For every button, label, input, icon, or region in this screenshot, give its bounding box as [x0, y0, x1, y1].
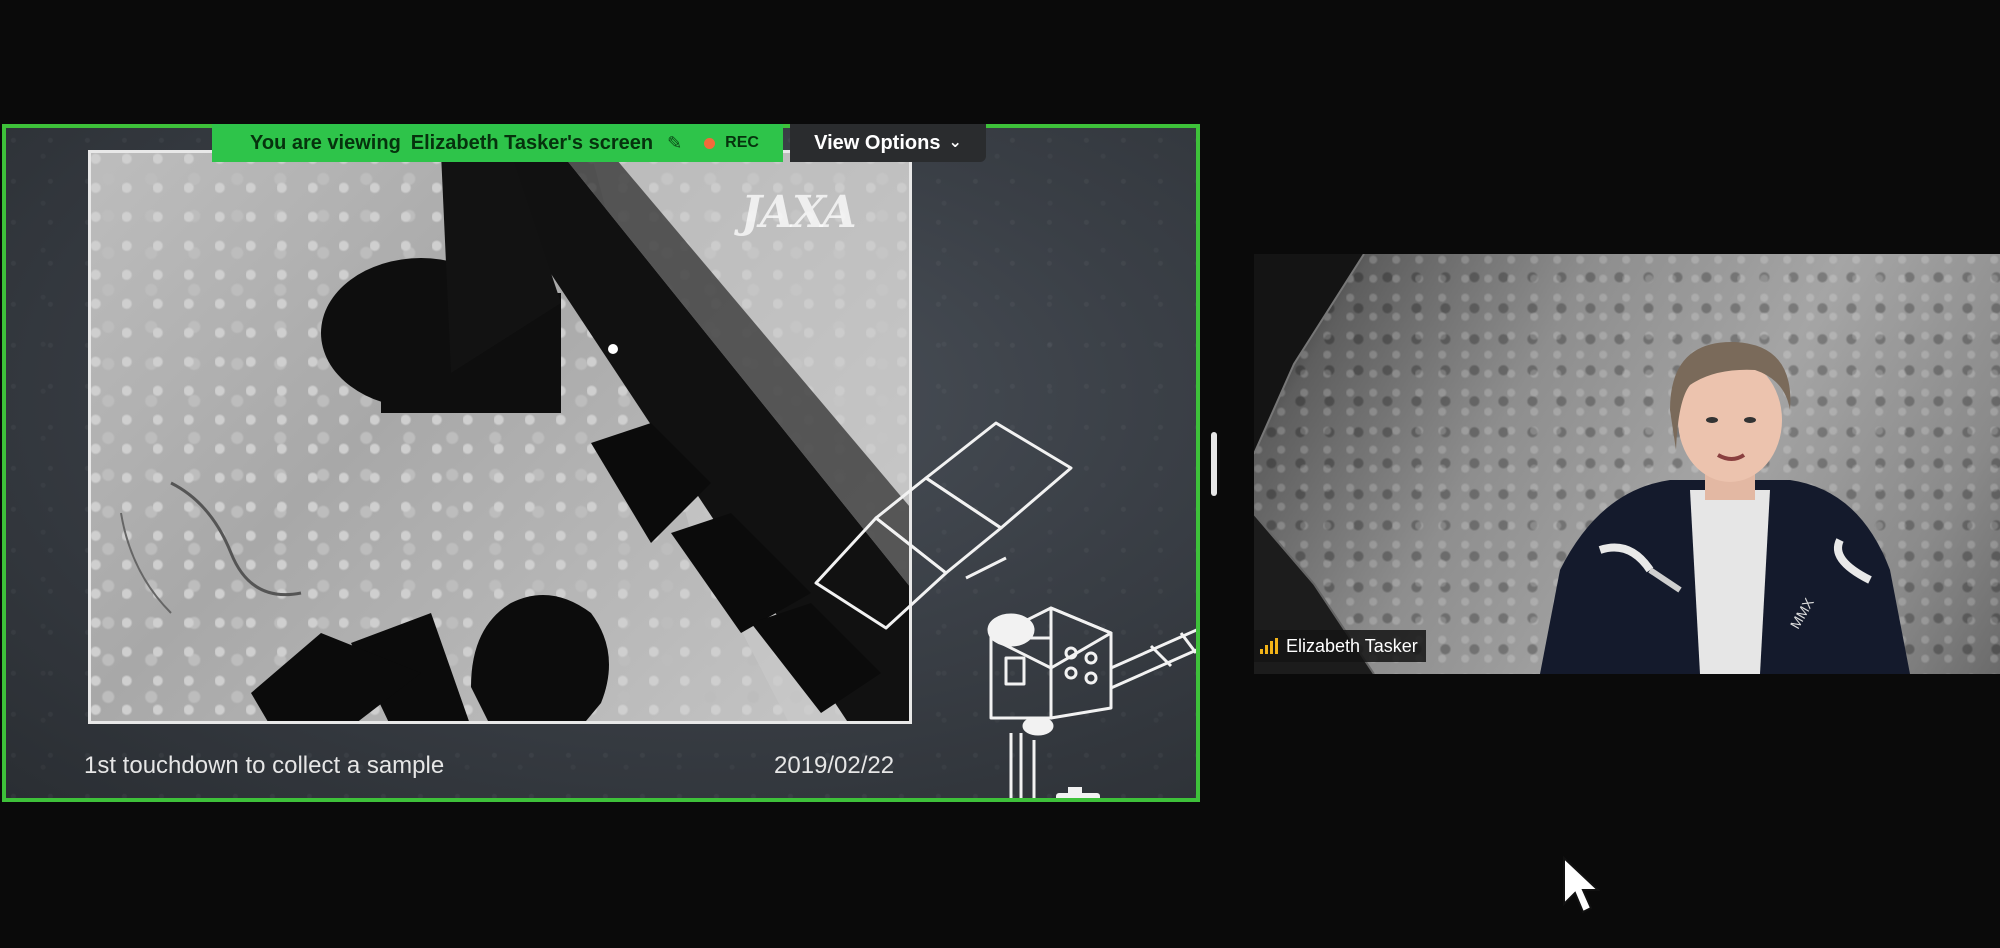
- rec-label: REC: [725, 134, 759, 151]
- participant-avatar: MMX: [1540, 341, 1910, 674]
- jaxa-logo: JAXA: [741, 187, 857, 238]
- view-options-label: View Options: [814, 131, 941, 154]
- participant-name-tag: Elizabeth Tasker: [1254, 630, 1426, 662]
- slide-date: 2019/02/22: [774, 752, 895, 779]
- chevron-down-icon: ⌄: [948, 134, 962, 151]
- recording-dot-icon: [704, 137, 716, 149]
- viewing-banner: You are viewing Elizabeth Tasker's scree…: [212, 124, 783, 162]
- meeting-window: JAXA 1st touchdown to collect a sample 2…: [0, 0, 2000, 948]
- signal-bars-icon: [1260, 638, 1278, 654]
- panel-resize-handle[interactable]: [1211, 432, 1217, 496]
- slide-caption: 1st touchdown to collect a sample: [84, 752, 445, 779]
- pen-slash-icon: ✎: [667, 132, 683, 153]
- asteroid-surface-photo: JAXA: [88, 150, 912, 724]
- spacecraft-chalk-drawing: [814, 421, 1196, 798]
- mouse-pointer-icon: [1563, 856, 1601, 914]
- presenter-screen-name: Elizabeth Tasker's screen: [410, 131, 654, 154]
- shared-screen-view[interactable]: JAXA 1st touchdown to collect a sample 2…: [2, 124, 1200, 802]
- viewing-label: You are viewing: [250, 131, 401, 154]
- participant-name: Elizabeth Tasker: [1286, 635, 1418, 656]
- spacecraft-shadow-graphic: [120, 153, 909, 721]
- participant-video-tile[interactable]: MMX Elizabeth Tasker: [1254, 254, 2000, 674]
- view-options-button[interactable]: View Options ⌄: [790, 124, 986, 162]
